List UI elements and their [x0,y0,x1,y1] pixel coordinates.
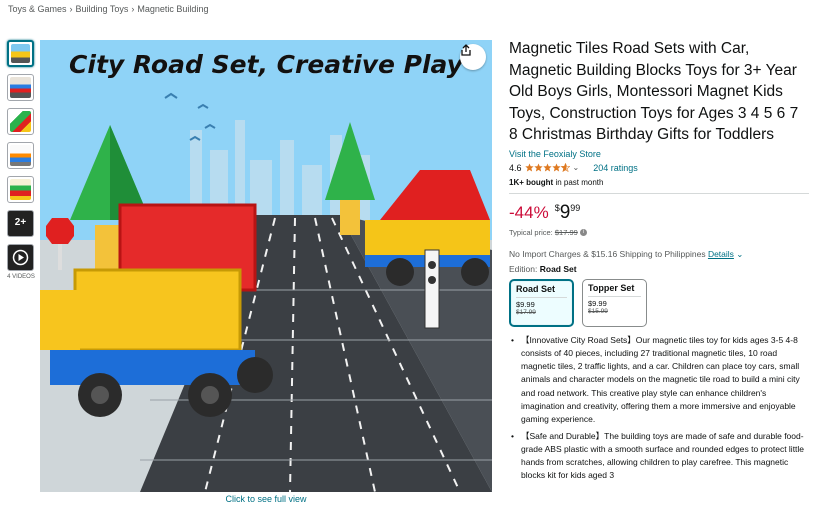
bought-suffix: in past month [553,177,604,187]
store-link[interactable]: Visit the Feoxialy Store [509,149,809,159]
edition-option-old-price: $15.99 [588,307,608,315]
main-product-image[interactable]: City Road Set, Creative Play [40,40,492,492]
bought-in-past-month: 1K+ bought in past month [509,178,809,187]
breadcrumb-item-magnetic-building[interactable]: Magnetic Building [137,4,208,14]
price-row: -44% $ 9 99 [509,202,809,224]
discount-percent: -44% [509,202,549,222]
edition-option-price: $9.99 [588,298,607,308]
thumbnail-5[interactable] [7,176,34,203]
product-illustration [40,40,492,492]
edition-option-road-set[interactable]: Road Set $9.99 $17.99 [509,278,574,327]
bought-count: 1K+ bought [509,177,554,187]
breadcrumb-separator: › [69,4,73,14]
star-icon [524,163,534,172]
rating-row: 4.6 ⌄ 204 ratings [509,163,809,173]
thumbnail-2[interactable] [7,74,34,101]
price-whole: 9 [559,201,571,223]
edition-option-name: Topper Set [588,282,635,293]
info-icon[interactable]: i [579,229,587,237]
thumbnail-3[interactable] [7,108,34,135]
typical-price-label: Typical price: [509,227,553,237]
edition-label-row: Edition: Road Set [509,264,809,274]
thumbnail-videos[interactable] [7,244,34,271]
edition-option-topper-set[interactable]: Topper Set $9.99 $15.99 [582,278,647,327]
thumbnail-4[interactable] [7,142,34,169]
edition-label: Edition: [509,263,538,274]
divider [516,296,567,298]
edition-swatches: Road Set $9.99 $17.99 Topper Set $9.99 $… [509,278,809,327]
chevron-down-icon[interactable]: ⌄ [573,163,580,172]
feature-bullets: 【Innovative City Road Sets】Our magnetic … [509,334,809,483]
image-banner-text: City Road Set, Creative Play [69,50,463,79]
thumbnail-1[interactable] [7,40,34,67]
edition-selected: Road Set [539,263,577,274]
shipping-info: No Import Charges & $15.16 Shipping to P… [509,249,809,260]
feature-bullet: 【Safe and Durable】The building toys are … [511,430,809,483]
share-icon [461,44,471,56]
divider [588,295,641,297]
feature-bullet: 【Innovative City Road Sets】Our magnetic … [511,334,809,427]
breadcrumb-item-toys-games[interactable]: Toys & Games [8,4,67,14]
typical-price: Typical price: $17.99 i [509,228,809,237]
typical-price-value: $17.99 [554,227,578,237]
share-button[interactable] [460,44,486,70]
breadcrumb-item-building-toys[interactable]: Building Toys [76,4,129,14]
breadcrumb: Toys & Games › Building Toys › Magnetic Buil… [8,4,208,14]
edition-option-old-price: $17.99 [516,308,536,316]
star-icon [533,163,543,172]
edition-option-price: $9.99 [516,299,535,309]
star-icon [551,163,561,172]
shipping-text: No Import Charges & $15.16 Shipping to P… [509,248,706,259]
thumbnail-6[interactable]: 2+ [7,210,34,237]
product-title: Magnetic Tiles Road Sets with Car, Magne… [509,40,799,143]
half-star-icon [560,163,570,172]
thumbnail-strip: 2+ 4 VIDEOS [7,40,35,280]
star-rating[interactable] [524,163,570,172]
product-details: Magnetic Tiles Road Sets with Car, Magne… [509,38,809,486]
star-icon [542,163,552,172]
chevron-down-icon[interactable]: ⌄ [736,249,743,259]
age-badge: 2+ [14,217,27,228]
ratings-count-link[interactable]: 204 ratings [593,163,638,173]
edition-option-name: Road Set [516,283,556,294]
divider [509,192,809,194]
play-icon [12,249,29,266]
rating-value: 4.6 [509,162,522,173]
videos-label: 4 VIDEOS [7,274,35,280]
full-view-link[interactable]: Click to see full view [40,494,492,504]
price-fraction: 99 [570,202,581,213]
breadcrumb-separator: › [131,4,135,14]
shipping-details-link[interactable]: Details [708,249,734,259]
